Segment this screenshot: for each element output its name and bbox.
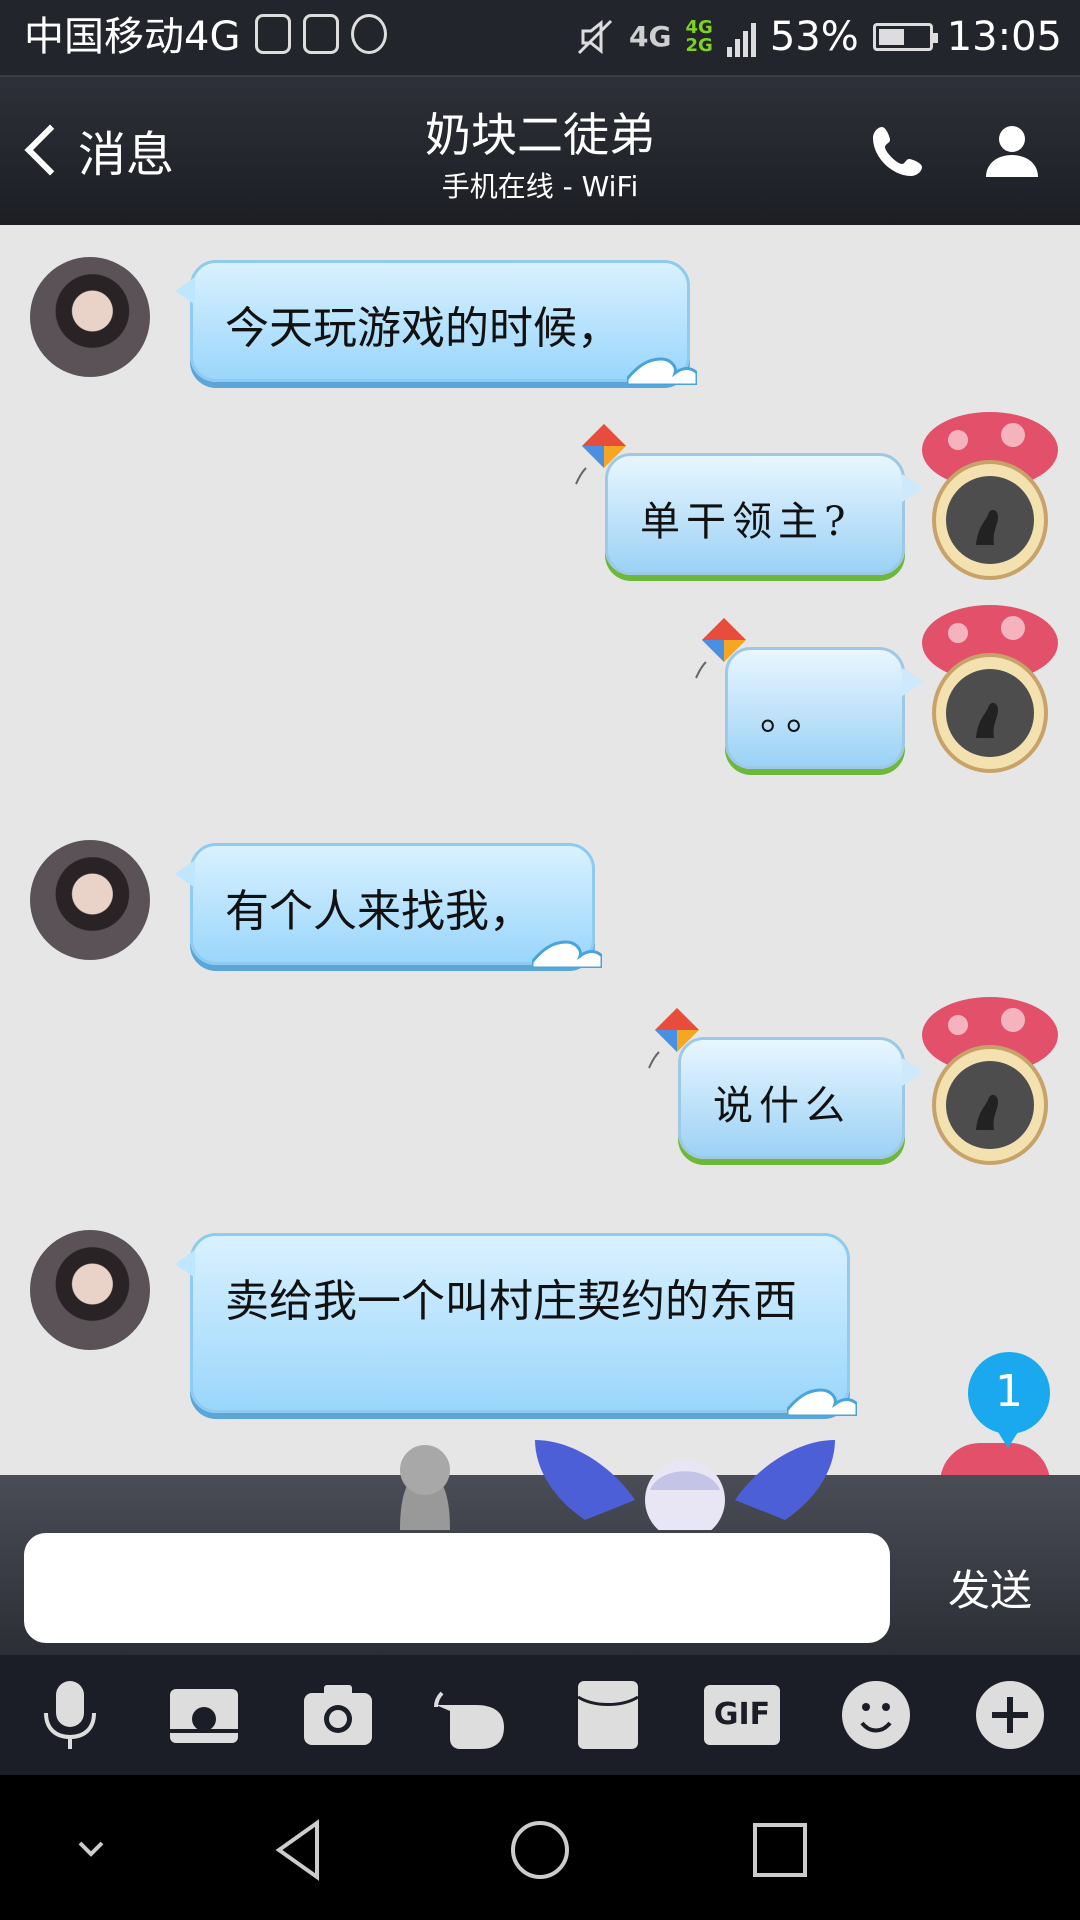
clock: 13:05	[946, 14, 1062, 60]
dual-network-label: 4G 2G	[686, 19, 713, 55]
contact-avatar[interactable]	[30, 257, 150, 377]
kite-decoration-icon	[695, 618, 746, 679]
self-avatar[interactable]	[918, 603, 1063, 773]
home-nav-icon[interactable]	[505, 1815, 575, 1885]
gif-icon[interactable]: GIF	[704, 1685, 780, 1745]
signal-icon	[726, 17, 756, 57]
message-bubble-right[interactable]: 。。	[695, 618, 924, 769]
message-bubble-left[interactable]: 今天玩游戏的时候，	[175, 260, 697, 385]
chat-header: 消息 奶块二徒弟 手机在线 - WiFi	[0, 75, 1080, 225]
battery-icon	[872, 23, 938, 51]
message-bubble-right[interactable]: 说什么	[648, 1008, 924, 1159]
plus-icon[interactable]	[972, 1677, 1048, 1753]
message-text: 有个人来找我，	[225, 886, 533, 937]
network-type: 4G	[629, 20, 672, 53]
contact-avatar[interactable]	[30, 840, 150, 960]
kite-decoration-icon	[648, 1008, 699, 1069]
unread-badge[interactable]: 1	[968, 1352, 1050, 1448]
hide-keyboard-icon[interactable]	[56, 1815, 126, 1885]
mute-icon	[577, 19, 613, 55]
self-avatar[interactable]	[918, 995, 1063, 1165]
profile-icon[interactable]	[980, 119, 1044, 183]
status-right: 4G 4G 2G 53% 13:05	[575, 10, 1062, 64]
wave-decoration-icon	[532, 940, 602, 968]
message-bubble-left[interactable]: 卖给我一个叫村庄契约的东西	[175, 1233, 857, 1416]
message-list[interactable]: 今天玩游戏的时候， 单干领主? 。。 有个人来找我， 说什么 卖给我一个叫村庄契…	[0, 225, 1080, 1475]
camera-icon[interactable]	[300, 1677, 376, 1753]
wave-decoration-icon	[787, 1388, 857, 1416]
phone-icon[interactable]	[868, 121, 928, 181]
pet-silhouette-icon	[400, 1445, 450, 1530]
input-toolbar: GIF	[0, 1655, 1080, 1775]
send-button[interactable]: 发送	[920, 1555, 1060, 1625]
image-icon[interactable]	[166, 1677, 242, 1753]
wave-decoration-icon	[627, 357, 697, 385]
status-bar: 中国移动4G 4G 4G 2G 53% 13:05	[0, 0, 1080, 75]
self-avatar[interactable]	[918, 410, 1063, 580]
message-bubble-left[interactable]: 有个人来找我，	[175, 843, 602, 968]
battery-percent: 53%	[769, 14, 859, 60]
message-text: 今天玩游戏的时候，	[225, 303, 621, 354]
kite-decoration-icon	[575, 424, 626, 485]
back-nav-icon[interactable]	[265, 1815, 335, 1885]
network-bottom-label: 2G	[685, 35, 713, 56]
message-text: 单干领主?	[640, 499, 852, 545]
message-text: 卖给我一个叫村庄契约的东西	[225, 1276, 797, 1327]
message-text: 说什么	[713, 1083, 851, 1129]
status-notification-icons	[255, 14, 387, 54]
emoji-icon[interactable]	[838, 1677, 914, 1753]
image-notification-icon	[303, 14, 339, 54]
app-notification-icon	[351, 14, 387, 54]
system-nav-bar	[0, 1775, 1080, 1920]
input-bar: 发送	[0, 1440, 1080, 1655]
battery-saver-icon	[255, 14, 291, 54]
recents-nav-icon[interactable]	[745, 1815, 815, 1885]
poke-icon[interactable]	[432, 1677, 508, 1753]
self-avatar-partial	[940, 1443, 1050, 1475]
fairy-character-icon	[535, 1440, 835, 1530]
message-text: 。。	[760, 693, 832, 739]
message-input[interactable]	[24, 1533, 890, 1643]
message-bubble-right[interactable]: 单干领主?	[575, 424, 924, 575]
microphone-icon[interactable]	[32, 1677, 108, 1753]
carrier-name: 中国移动4G	[24, 14, 241, 60]
red-packet-icon[interactable]	[570, 1677, 646, 1753]
contact-avatar[interactable]	[30, 1230, 150, 1350]
